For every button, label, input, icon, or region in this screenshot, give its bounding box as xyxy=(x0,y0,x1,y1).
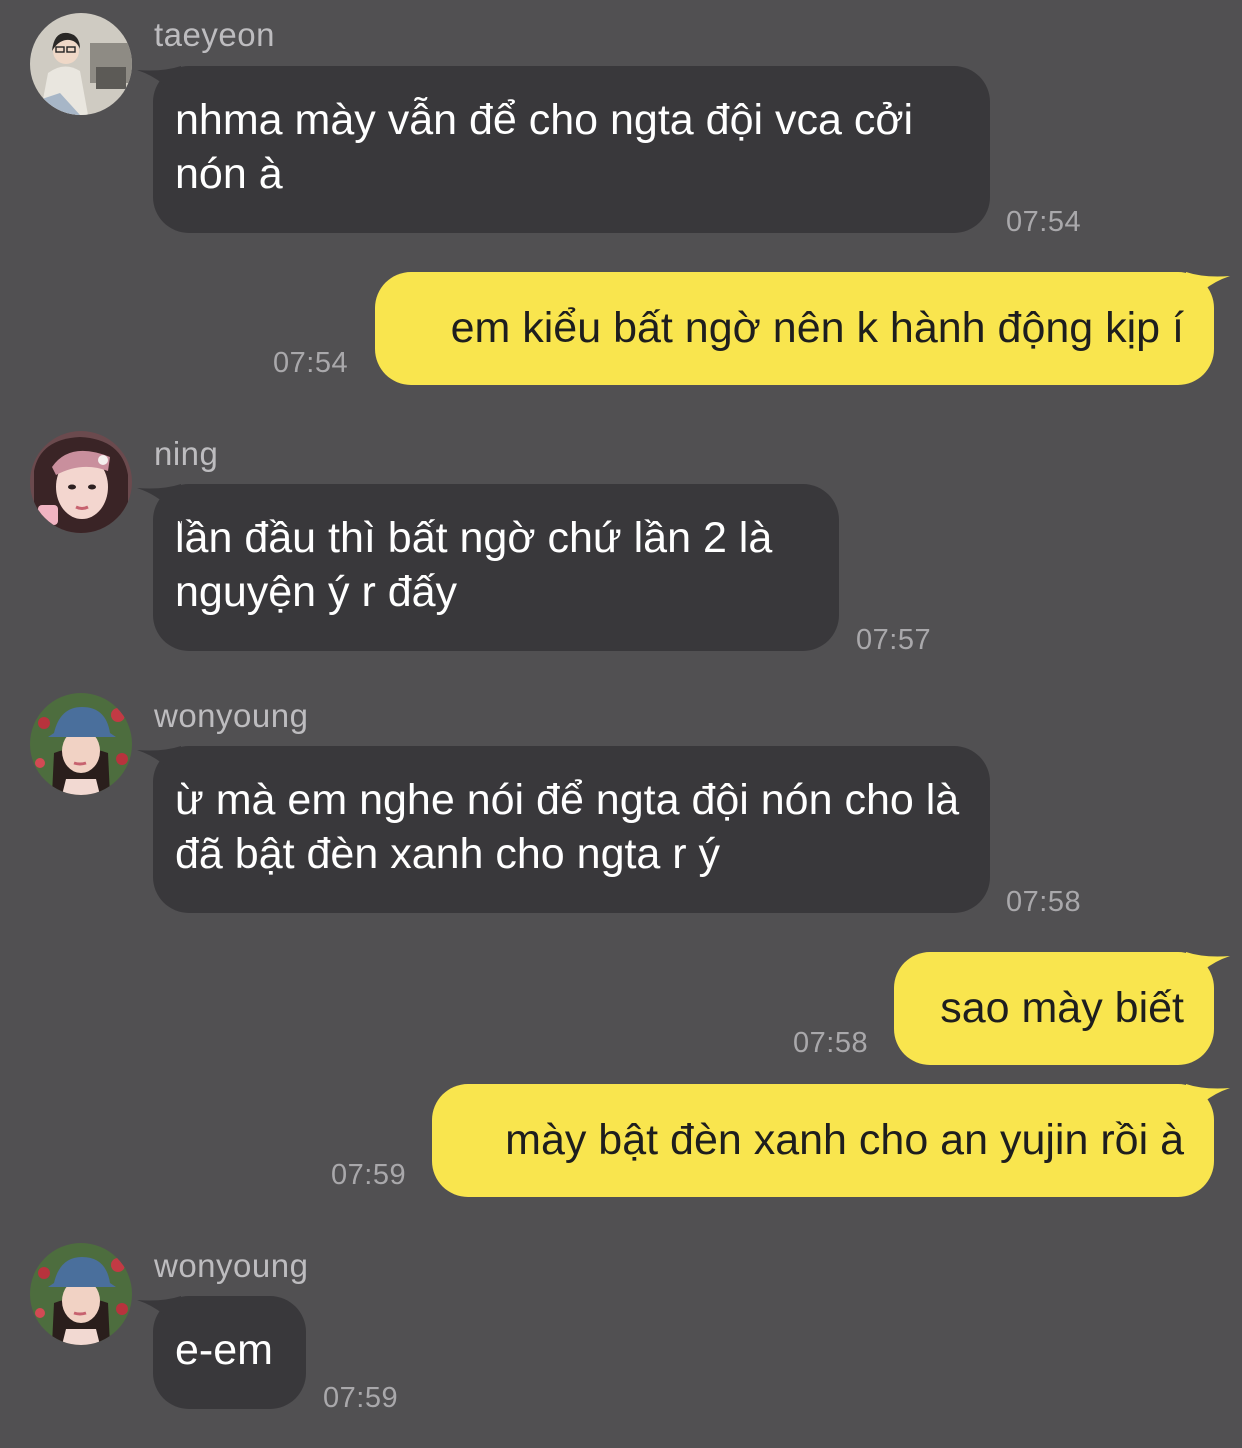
message-bubble-outgoing[interactable]: mày bật đèn xanh cho an yujin rồi à xyxy=(432,1084,1230,1197)
message-text: nhma mày vẫn để cho ngta đội vca cởi nón… xyxy=(175,96,914,198)
bubble-tail-icon xyxy=(1186,952,1230,992)
message-timestamp: 07:58 xyxy=(1006,886,1082,918)
message-text: ừ mà em nghe nói để ngta đội nón cho là … xyxy=(175,776,960,878)
sender-name-wonyoung: wonyoung xyxy=(154,697,309,734)
message-bubble-incoming[interactable]: ừ mà em nghe nói để ngta đội nón cho là … xyxy=(137,746,990,913)
message-timestamp: 07:57 xyxy=(856,624,932,656)
message-text: e-em xyxy=(175,1326,273,1374)
message-bubble-incoming[interactable]: e-em xyxy=(137,1296,306,1409)
message-timestamp: 07:58 xyxy=(793,1027,869,1059)
message-bubble-incoming[interactable]: nhma mày vẫn để cho ngta đội vca cởi nón… xyxy=(137,66,990,233)
bubble-tail-icon xyxy=(137,484,181,524)
bubble-tail-icon xyxy=(137,1296,181,1336)
message-timestamp: 07:54 xyxy=(273,347,349,379)
bubble-tail-icon xyxy=(1186,1084,1230,1124)
avatar-ning-icon[interactable] xyxy=(30,431,132,533)
message-timestamp: 07:54 xyxy=(1006,206,1082,238)
message-text: sao mày biết xyxy=(940,984,1184,1032)
sender-name-wonyoung: wonyoung xyxy=(154,1247,309,1284)
message-text: lần đầu thì bất ngờ chứ lần 2 là nguyện … xyxy=(175,514,773,616)
message-text: mày bật đèn xanh cho an yujin rồi à xyxy=(505,1116,1184,1164)
message-timestamp: 07:59 xyxy=(331,1159,407,1191)
message-bubble-outgoing[interactable]: em kiểu bất ngờ nên k hành động kịp í xyxy=(375,272,1230,385)
sender-name-taeyeon: taeyeon xyxy=(154,16,275,53)
bubble-tail-icon xyxy=(137,746,181,786)
avatar-wonyoung-icon[interactable] xyxy=(30,1243,132,1345)
message-bubble-incoming[interactable]: lần đầu thì bất ngờ chứ lần 2 là nguyện … xyxy=(137,484,839,651)
message-bubble-outgoing[interactable]: sao mày biết xyxy=(894,952,1230,1065)
message-timestamp: 07:59 xyxy=(323,1382,399,1414)
bubble-tail-icon xyxy=(1186,272,1230,312)
avatar-wonyoung-icon[interactable] xyxy=(30,693,132,795)
sender-name-ning: ning xyxy=(154,435,219,472)
message-text: em kiểu bất ngờ nên k hành động kịp í xyxy=(450,304,1184,352)
bubble-tail-icon xyxy=(137,66,181,106)
avatar-taeyeon-icon[interactable] xyxy=(30,13,132,115)
